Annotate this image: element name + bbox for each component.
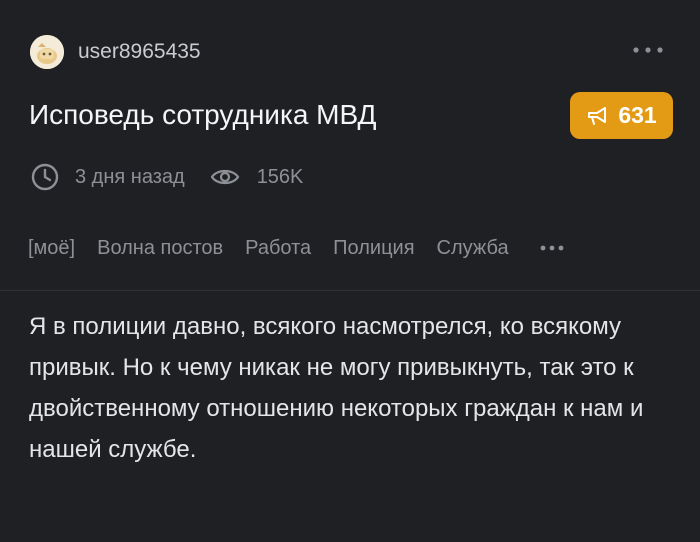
more-horizontal-icon[interactable] xyxy=(632,42,664,58)
post-time: 3 дня назад xyxy=(75,165,185,188)
clock-icon xyxy=(31,163,59,191)
post-body: Я в полиции давно, всякого насмотрелся, … xyxy=(29,313,644,463)
tag-item[interactable]: Работа xyxy=(245,237,311,260)
tag-item[interactable]: [моё] xyxy=(28,237,75,260)
more-horizontal-icon[interactable] xyxy=(539,243,565,253)
megaphone-icon xyxy=(588,106,607,125)
author-name[interactable]: user8965435 xyxy=(78,38,201,66)
rating-value: 631 xyxy=(618,102,657,128)
divider xyxy=(0,290,700,291)
tag-list: [моё] Волна постов Работа Полиция Служба xyxy=(28,233,565,263)
rating-button[interactable]: 631 xyxy=(570,92,673,139)
eye-icon xyxy=(210,169,239,185)
tag-item[interactable]: Полиция xyxy=(333,237,414,260)
tag-item[interactable]: Служба xyxy=(437,237,509,260)
tag-item[interactable]: Волна постов xyxy=(97,237,223,260)
author-avatar[interactable] xyxy=(30,35,64,69)
post-meta: 3 дня назад 156K xyxy=(30,160,303,194)
post-title[interactable]: Исповедь сотрудника МВД xyxy=(29,96,377,134)
avatar-image xyxy=(30,35,64,69)
post-views: 156K xyxy=(256,165,304,188)
